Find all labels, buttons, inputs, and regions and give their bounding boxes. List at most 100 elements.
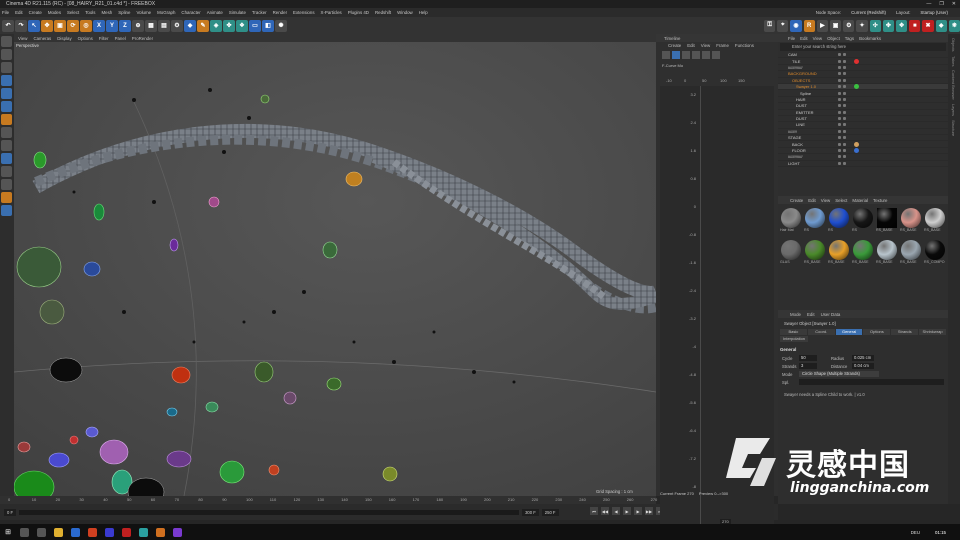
tab-basic[interactable]: Basic [780, 329, 807, 335]
cycle-field[interactable]: 50 [799, 355, 817, 361]
visibility-flags[interactable] [838, 97, 846, 101]
cinema4d-app-icon[interactable] [71, 527, 80, 537]
tab-interpolation[interactable]: Interpolation [780, 336, 809, 342]
model-mode-icon[interactable] [1, 36, 12, 47]
xp-stop-icon[interactable]: ■ [909, 19, 921, 32]
menu-tracker[interactable]: Tracker [252, 10, 267, 15]
mat-menu-create[interactable]: Create [790, 198, 803, 203]
axis-mode-icon[interactable] [1, 114, 12, 125]
windows-start-icon[interactable]: ⊞ [0, 524, 16, 540]
task-view-icon[interactable] [37, 527, 46, 537]
floor-icon[interactable]: ▭ [249, 19, 261, 32]
render-settings-icon[interactable]: ⚙ [171, 19, 183, 32]
recent-tool-icon[interactable]: ◎ [80, 19, 92, 32]
xp-group-icon[interactable]: ❋ [948, 19, 960, 32]
xp-emitter-icon[interactable]: ✤ [882, 19, 895, 32]
material-swatch[interactable]: RS_BASE [900, 208, 922, 238]
attr-menu-user-data[interactable]: User Data [821, 312, 841, 317]
app-icon[interactable] [105, 527, 114, 537]
material-tag-icon[interactable] [854, 84, 859, 90]
xp-cache-icon[interactable]: ◆ [935, 19, 947, 32]
material-swatch[interactable]: Hair Mat [780, 208, 802, 238]
timeline-menu-edit[interactable]: Edit [687, 43, 695, 48]
undo-icon[interactable]: ↶ [2, 19, 14, 32]
render-view-icon[interactable]: ▦ [145, 19, 157, 32]
menu-x-particles[interactable]: X-Particles [321, 10, 342, 15]
menu-redshift[interactable]: Redshift [375, 10, 391, 15]
object-search-input[interactable]: Enter your search string here [780, 43, 946, 51]
mat-menu-texture[interactable]: Texture [873, 198, 887, 203]
viewport-menu-options[interactable]: Options [78, 36, 93, 41]
solo-icon[interactable] [1, 140, 12, 151]
next-key-icon[interactable]: ▶▶ [645, 507, 653, 515]
linear-icon[interactable] [702, 50, 710, 59]
rs-render-icon[interactable]: ▣ [830, 19, 842, 32]
3d-viewport[interactable] [14, 42, 656, 496]
visibility-flags[interactable] [838, 161, 846, 165]
side-tab-structure[interactable]: Structure [951, 120, 956, 136]
menu-modes[interactable]: Modes [48, 10, 61, 15]
go-to-start-icon[interactable]: ⏮ [590, 507, 598, 515]
start-frame-field[interactable]: 0 F [4, 508, 17, 516]
visibility-flags[interactable] [838, 65, 846, 69]
om-menu-bookmarks[interactable]: Bookmarks [859, 36, 881, 41]
clock[interactable]: 01:15 [935, 530, 946, 535]
om-menu-tags[interactable]: Tags [845, 36, 854, 41]
spline-link-field[interactable] [799, 379, 944, 385]
object-row-light[interactable]: LIGHT [778, 161, 948, 168]
material-swatch[interactable]: GLAS [780, 240, 802, 270]
menu-create[interactable]: Create [29, 10, 42, 15]
menu-character[interactable]: Character [181, 10, 200, 15]
menu-volume[interactable]: Volume [136, 10, 151, 15]
attr-menu-edit[interactable]: Edit [807, 312, 815, 317]
om-menu-object[interactable]: Object [827, 36, 840, 41]
visibility-flags[interactable] [838, 53, 846, 57]
material-tag-icon[interactable] [854, 58, 859, 64]
texture-mode-icon[interactable] [1, 49, 12, 60]
viewport-menu-panel[interactable]: Panel [115, 36, 126, 41]
scale-tool-icon[interactable]: ▣ [54, 19, 66, 32]
mode-select[interactable]: Circle Shape (Multiple Strands) [799, 371, 879, 377]
visibility-flags[interactable] [838, 129, 846, 133]
side-tab-objects[interactable]: Objects [951, 38, 956, 52]
viewport-menu-filter[interactable]: Filter [99, 36, 109, 41]
pen-icon[interactable]: ✎ [197, 19, 209, 32]
om-menu-file[interactable]: File [788, 36, 795, 41]
visibility-flags[interactable] [838, 136, 846, 140]
fcurve-mode-icon[interactable] [672, 50, 680, 59]
menu-edit[interactable]: Edit [15, 10, 23, 15]
app2-icon[interactable] [122, 527, 131, 537]
motion-mode-icon[interactable] [682, 50, 690, 59]
distance-field[interactable]: 0.04 cm [852, 363, 874, 369]
chrome-icon[interactable] [88, 527, 97, 537]
side-tab-layers[interactable]: Layers [951, 104, 956, 116]
snap-icon[interactable]: ⌖ [777, 19, 789, 32]
zoom-fit-icon[interactable] [692, 50, 700, 59]
visibility-flags[interactable] [838, 123, 846, 127]
workplane-icon[interactable]: ◉ [790, 19, 802, 32]
visibility-flags[interactable] [838, 85, 846, 89]
radius-field[interactable]: 0.025 cm [852, 355, 874, 361]
mat-menu-material[interactable]: Material [852, 198, 868, 203]
timeline-menu-create[interactable]: Create [668, 43, 681, 48]
workplane-mode-icon[interactable] [1, 62, 12, 73]
attr-menu-mode[interactable]: Mode [790, 312, 801, 317]
preview-end-field[interactable]: 250 F [541, 508, 559, 516]
rotate-tool-icon[interactable]: ⟳ [67, 19, 79, 32]
strands-field[interactable]: 3 [799, 363, 817, 369]
xp-system-icon[interactable]: ✣ [869, 19, 881, 32]
visibility-flags[interactable] [838, 59, 846, 63]
material-swatch[interactable]: RS_BASE [924, 208, 946, 238]
redo-icon[interactable]: ↷ [15, 19, 27, 32]
xp-kill-icon[interactable]: ✖ [922, 19, 934, 32]
om-menu-view[interactable]: View [813, 36, 822, 41]
search-icon[interactable] [20, 527, 29, 537]
tab-strands[interactable]: Strands [891, 329, 919, 335]
material-tag-icon[interactable] [854, 141, 859, 147]
time-slider[interactable] [19, 509, 520, 515]
menu-animate[interactable]: Animate [207, 10, 223, 15]
points-mode-icon[interactable] [1, 75, 12, 86]
cube-icon[interactable]: ◆ [184, 19, 196, 32]
material-swatch[interactable]: RS [852, 208, 874, 238]
viewport-menu-cameras[interactable]: Cameras [33, 36, 51, 41]
